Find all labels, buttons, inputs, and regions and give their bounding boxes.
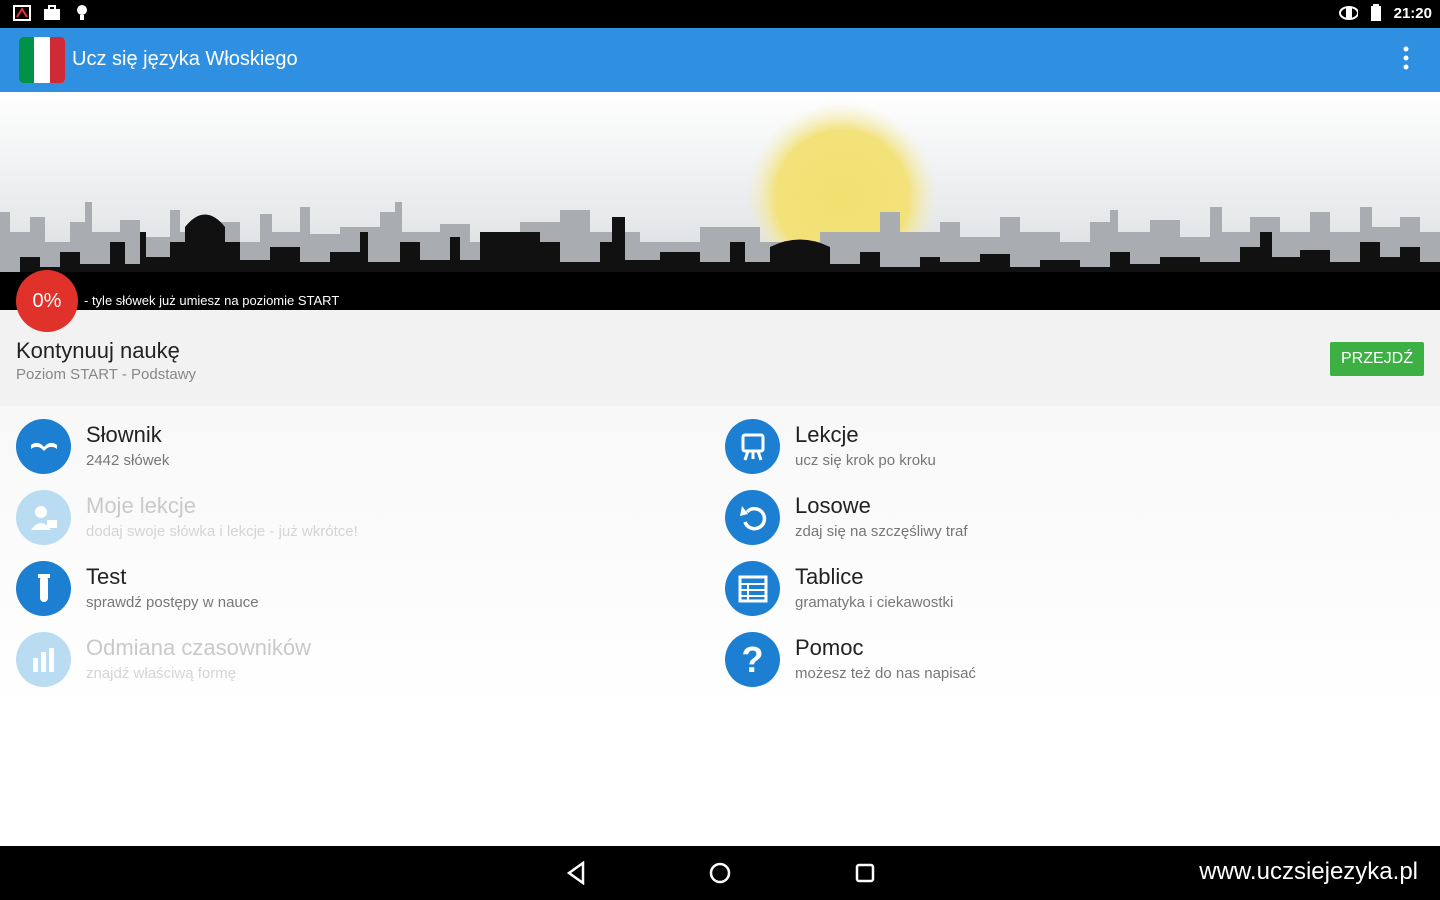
menu-item-odmiana[interactable]: Odmiana czasowników znajdź właściwą form… (16, 625, 716, 689)
recents-icon[interactable] (852, 860, 878, 886)
rotate-icon (1338, 4, 1358, 22)
skyline-illustration (0, 102, 1440, 310)
menu-item-label: Słownik (86, 422, 162, 447)
easel-icon (725, 419, 780, 474)
main-menu: Słownik 2442 słówek Moje lekcje dodaj sw… (0, 406, 1440, 846)
battery-icon (1366, 4, 1386, 22)
user-lesson-icon (16, 490, 71, 545)
overflow-menu-icon[interactable] (1402, 46, 1410, 70)
menu-item-desc: możesz też do nas napisać (795, 665, 976, 682)
bars-icon (16, 632, 71, 687)
continue-title: Kontynuuj naukę (16, 338, 180, 363)
question-icon: ? (725, 632, 780, 687)
test-tube-icon (16, 561, 71, 616)
bulb-icon (72, 4, 92, 22)
table-icon (725, 561, 780, 616)
website-watermark: www.uczsiejezyka.pl (1199, 858, 1418, 885)
back-icon[interactable] (563, 860, 589, 886)
undo-icon (725, 490, 780, 545)
clock: 21:20 (1393, 4, 1432, 22)
continue-learning-row[interactable]: Kontynuuj naukę Poziom START - Podstawy … (0, 310, 1440, 406)
menu-item-desc: znajdź właściwą formę (86, 665, 237, 682)
progress-badge: 0% (16, 270, 78, 332)
menu-item-pomoc[interactable]: ? Pomoc możesz też do nas napisać (725, 625, 1425, 689)
menu-item-moje-lekcje[interactable]: Moje lekcje dodaj swoje słówka i lekcje … (16, 483, 716, 547)
menu-item-test[interactable]: Test sprawdź postępy w nauce (16, 554, 716, 618)
menu-item-lekcje[interactable]: Lekcje ucz się krok po kroku (725, 412, 1425, 476)
menu-item-desc: ucz się krok po kroku (795, 452, 936, 469)
italian-flag-icon (19, 37, 65, 83)
home-icon[interactable] (707, 860, 733, 886)
continue-subtitle: Poziom START - Podstawy (16, 366, 197, 383)
status-bar: 21:20 (0, 0, 1440, 28)
book-icon (16, 419, 71, 474)
menu-item-desc: sprawdź postępy w nauce (86, 594, 259, 611)
menu-item-label: Pomoc (795, 635, 864, 660)
menu-item-label: Odmiana czasowników (86, 635, 311, 660)
menu-item-tablice[interactable]: Tablice gramatyka i ciekawostki (725, 554, 1425, 618)
go-button[interactable]: PRZEJDŹ (1330, 342, 1424, 376)
notification-icon (12, 4, 32, 22)
menu-item-desc: zdaj się na szczęśliwy traf (795, 523, 968, 540)
skyline-banner (0, 92, 1440, 310)
app-bar: Ucz się języka Włoskiego (0, 28, 1440, 92)
progress-caption: - tyle słówek już umiesz na poziomie STA… (84, 293, 340, 308)
menu-item-losowe[interactable]: Losowe zdaj się na szczęśliwy traf (725, 483, 1425, 547)
app-title: Ucz się języka Włoskiego (72, 48, 298, 70)
menu-item-desc: gramatyka i ciekawostki (795, 594, 954, 611)
menu-item-slownik[interactable]: Słownik 2442 słówek (16, 412, 716, 476)
menu-item-desc: dodaj swoje słówka i lekcje - już wkrótc… (86, 523, 358, 540)
menu-item-label: Lekcje (795, 422, 859, 447)
menu-item-label: Tablice (795, 564, 864, 589)
menu-item-label: Moje lekcje (86, 493, 197, 518)
navigation-bar: www.uczsiejezyka.pl (0, 846, 1440, 900)
menu-item-label: Test (86, 564, 127, 589)
menu-item-desc: 2442 słówek (86, 452, 170, 469)
menu-item-label: Losowe (795, 493, 871, 518)
briefcase-icon (42, 4, 62, 22)
